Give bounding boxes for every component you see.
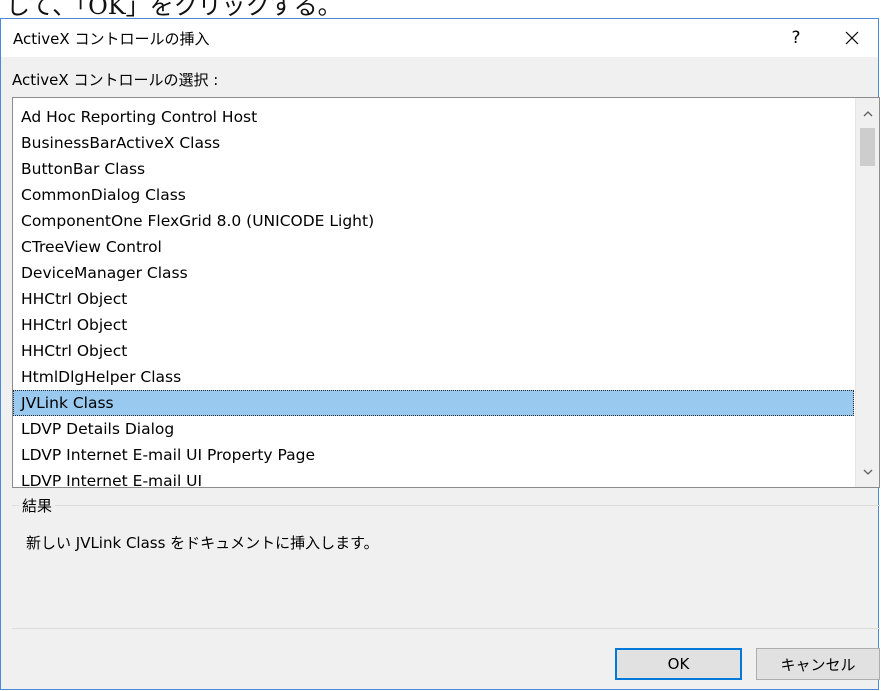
list-item[interactable]: HHCtrl Object (13, 338, 854, 364)
list-item-selected[interactable]: JVLink Class (13, 390, 854, 416)
close-button[interactable] (826, 19, 878, 57)
result-description: 新しい JVLink Class をドキュメントに挿入します。 (26, 534, 379, 552)
scroll-down-button[interactable] (856, 461, 879, 483)
list-item[interactable]: LDVP Internet E-mail UI (13, 468, 854, 487)
list-item[interactable]: ComponentOne FlexGrid 8.0 (UNICODE Light… (13, 208, 854, 234)
title-bar[interactable]: ActiveX コントロールの挿入 ? (1, 19, 878, 57)
chevron-up-icon (863, 110, 872, 116)
chevron-down-icon (863, 469, 872, 475)
list-item[interactable]: HtmlDlgHelper Class (13, 364, 854, 390)
ok-button[interactable]: OK (615, 648, 742, 680)
result-label: 結果 (19, 495, 56, 516)
page-text-strip: して、「OK」をクリックする。 (0, 0, 881, 18)
list-item[interactable]: LDVP Internet E-mail UI Property Page (13, 442, 854, 468)
list-item[interactable]: DeviceManager Class (13, 260, 854, 286)
cancel-button[interactable]: キャンセル (756, 648, 880, 680)
help-button[interactable]: ? (774, 19, 818, 57)
list-items: Ad Hoc Reporting Control Host BusinessBa… (13, 104, 854, 487)
vertical-scrollbar[interactable] (855, 98, 879, 487)
dialog-title: ActiveX コントロールの挿入 (13, 30, 210, 48)
scroll-up-button[interactable] (856, 102, 879, 124)
scroll-thumb[interactable] (860, 128, 875, 166)
page-text: して、「OK」をクリックする。 (6, 0, 342, 18)
list-item[interactable]: LDVP Details Dialog (13, 416, 854, 442)
result-group: 結果 新しい JVLink Class をドキュメントに挿入します。 (12, 495, 880, 629)
list-item[interactable]: HHCtrl Object (13, 312, 854, 338)
list-item[interactable]: Ad Hoc Reporting Control Host (13, 104, 854, 130)
insert-activex-dialog: ActiveX コントロールの挿入 ? ActiveX コントロールの選択 : … (0, 18, 880, 690)
list-item[interactable]: BusinessBarActiveX Class (13, 130, 854, 156)
list-item[interactable]: CTreeView Control (13, 234, 854, 260)
close-icon (845, 31, 859, 45)
activex-control-list[interactable]: Ad Hoc Reporting Control Host BusinessBa… (12, 97, 880, 488)
list-item[interactable]: CommonDialog Class (13, 182, 854, 208)
select-control-label: ActiveX コントロールの選択 : (12, 71, 219, 89)
list-item[interactable]: HHCtrl Object (13, 286, 854, 312)
list-item[interactable]: ButtonBar Class (13, 156, 854, 182)
